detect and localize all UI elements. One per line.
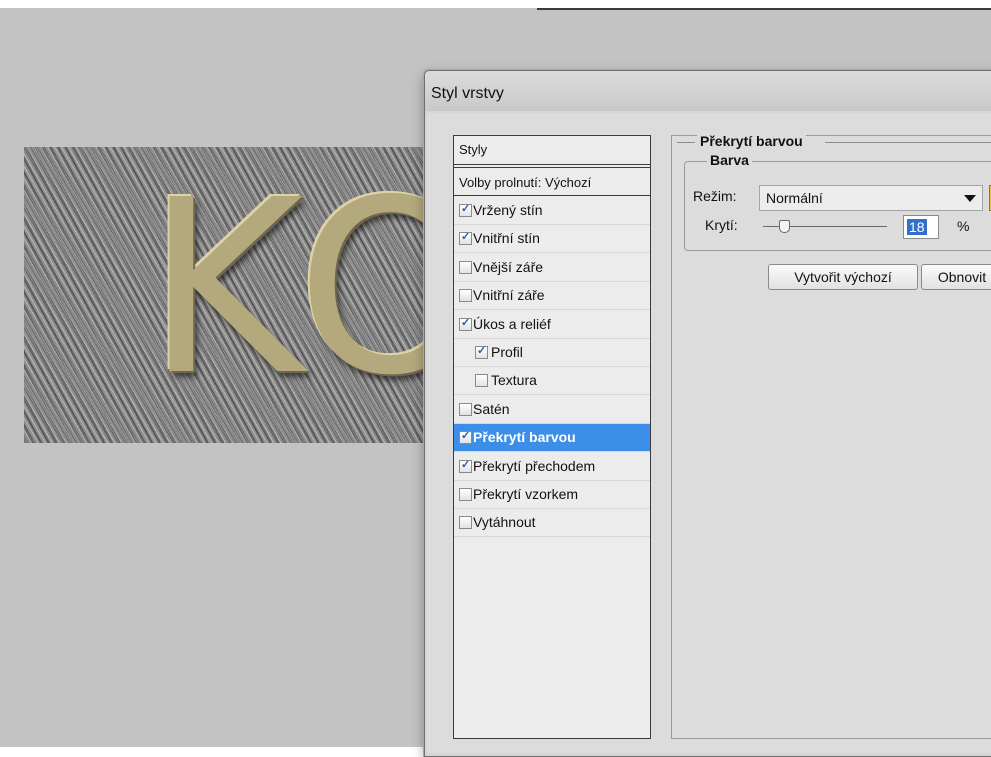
chevron-down-icon — [964, 195, 976, 202]
check-icon: ✓ — [461, 430, 471, 443]
check-icon: ✓ — [461, 316, 471, 329]
checkbox-checked-icon[interactable]: ✓ — [459, 458, 472, 473]
styles-list-panel: Styly Volby prolnutí: Výchozí ✓ Vržený st… — [453, 135, 651, 739]
make-default-button[interactable]: Vytvořit výchozí — [768, 264, 918, 290]
reset-label: Obnovit — [937, 269, 987, 285]
opacity-unit: % — [957, 218, 970, 234]
style-item-label: Překrytí vzorkem — [473, 486, 579, 502]
checkbox-checked-icon[interactable]: ✓ — [459, 430, 472, 445]
check-icon: ✓ — [461, 203, 471, 215]
opacity-slider-thumb[interactable] — [779, 220, 790, 233]
style-item-label: Vnější záře — [473, 258, 544, 275]
make-default-label: Vytvořit výchozí — [794, 269, 892, 285]
check-icon: ✓ — [461, 458, 471, 471]
style-item[interactable]: ✓ Překrytí přechodem — [454, 453, 650, 481]
checkbox-checked-icon[interactable]: ✓ — [459, 316, 472, 331]
checkbox-unchecked-icon[interactable] — [475, 374, 488, 388]
opacity-value: 18 — [907, 219, 927, 235]
style-item-label: Vytáhnout — [473, 514, 536, 531]
opacity-label: Krytí: — [705, 217, 738, 233]
color-subsection-title: Barva — [707, 152, 752, 168]
style-item-label: Vnitřní záře — [473, 287, 545, 304]
fieldset-line — [677, 142, 695, 143]
styles-header-label: Styly — [459, 142, 488, 157]
blend-mode-select[interactable]: Normální — [759, 185, 983, 211]
style-item-label: Překrytí přechodem — [473, 457, 596, 474]
fieldset-line — [825, 142, 991, 143]
style-item[interactable]: ✓ Vnitřní stín — [454, 225, 650, 254]
style-item-label: Vnitřní stín — [473, 230, 540, 247]
blend-mode-value: Normální — [766, 190, 823, 206]
check-icon: ✓ — [477, 345, 487, 357]
style-item-label: Profil — [491, 344, 523, 360]
checkbox-checked-icon[interactable]: ✓ — [459, 203, 472, 217]
style-item[interactable]: ✓ Překrytí barvou — [454, 424, 650, 453]
checkbox-checked-icon[interactable]: ✓ — [475, 345, 488, 359]
style-item-label: Textura — [491, 372, 537, 389]
checkbox-unchecked-icon[interactable] — [459, 402, 472, 416]
blending-options-label: Volby prolnutí: Výchozí — [459, 175, 592, 190]
styles-divider — [454, 167, 650, 168]
checkbox-unchecked-icon[interactable] — [459, 260, 472, 274]
checkbox-unchecked-icon[interactable] — [459, 516, 472, 530]
layer-style-dialog: Styl vrstvy Styly Volby prolnutí: Výchoz… — [424, 70, 991, 757]
style-item[interactable]: Satén — [454, 396, 650, 424]
style-item[interactable]: Překrytí vzorkem — [454, 481, 650, 509]
dialog-titlebar[interactable]: Styl vrstvy — [425, 71, 991, 111]
style-item-label: Vržený stín — [473, 202, 543, 218]
color-overlay-title: Překrytí barvou — [697, 133, 806, 149]
blend-mode-label: Režim: — [693, 188, 737, 204]
style-item[interactable]: Vnější záře — [454, 254, 650, 282]
style-item[interactable]: ✓ Profil — [454, 339, 650, 367]
check-icon: ✓ — [461, 231, 471, 244]
style-item-label: Překrytí barvou — [473, 429, 576, 446]
dialog-title: Styl vrstvy — [431, 85, 504, 102]
style-item-label: Úkos a reliéf — [473, 315, 551, 332]
styles-header[interactable]: Styly — [454, 136, 650, 165]
style-item[interactable]: ✓ Úkos a reliéf — [454, 311, 650, 339]
style-item[interactable]: Vytáhnout — [454, 509, 650, 538]
checkbox-checked-icon[interactable]: ✓ — [459, 231, 472, 246]
opacity-input[interactable]: 18 — [903, 215, 939, 239]
reset-button[interactable]: Obnovit — [921, 264, 991, 290]
canvas-top-edge — [537, 8, 991, 10]
checkbox-unchecked-icon[interactable] — [459, 289, 472, 303]
style-item[interactable]: Textura — [454, 367, 650, 396]
style-item[interactable]: ✓ Vržený stín — [454, 197, 650, 225]
style-item-label: Satén — [473, 400, 510, 417]
checkbox-unchecked-icon[interactable] — [459, 488, 472, 501]
blending-options-item[interactable]: Volby prolnutí: Výchozí — [454, 170, 650, 196]
style-item[interactable]: Vnitřní záře — [454, 282, 650, 311]
